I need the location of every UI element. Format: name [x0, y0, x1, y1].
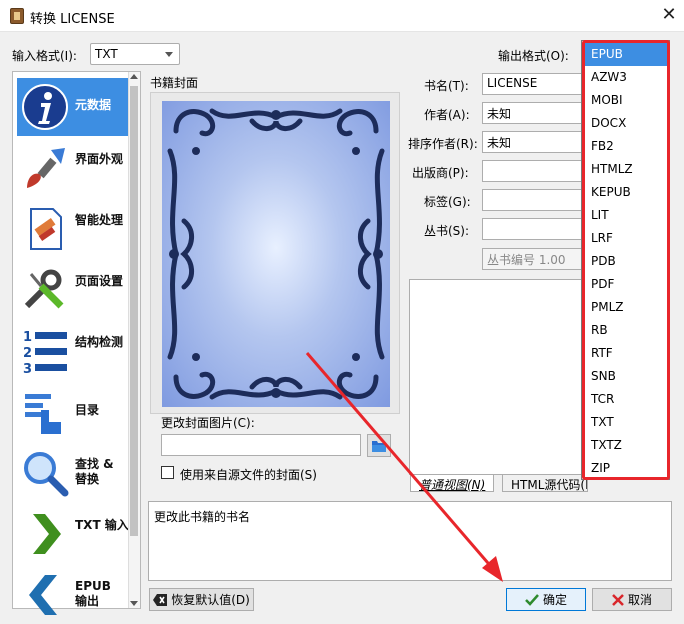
arrow-right-icon: [33, 514, 61, 554]
author-field[interactable]: 未知: [482, 102, 582, 124]
output-format-dropdown[interactable]: EPUB AZW3 MOBI DOCX FB2 HTMLZ KEPUB LIT …: [581, 40, 670, 480]
input-format-value: TXT: [95, 47, 118, 61]
sidebar-item-heuristics[interactable]: 智能处理: [17, 200, 129, 258]
format-option[interactable]: LRF: [583, 227, 668, 250]
sidebar-item-look-feel[interactable]: 界面外观: [17, 139, 129, 197]
sidebar-item-label: 结构检测: [75, 335, 124, 349]
title-label: 书名(T):: [424, 79, 469, 93]
sort-author-label: 排序作者(R):: [408, 137, 478, 151]
output-format-label: 输出格式(O):: [498, 49, 569, 63]
format-option[interactable]: HTMLZ: [583, 158, 668, 181]
format-option[interactable]: AZW3: [583, 66, 668, 89]
hint-box: 更改此书籍的书名: [148, 501, 672, 581]
series-index-field[interactable]: 丛书编号 1.00: [482, 248, 582, 270]
tags-field[interactable]: [482, 189, 582, 211]
publisher-field[interactable]: [482, 160, 582, 182]
format-option[interactable]: TXTZ: [583, 434, 668, 457]
format-option[interactable]: PDB: [583, 250, 668, 273]
toc-icon: [25, 394, 61, 434]
svg-text:2: 2: [23, 346, 32, 361]
sidebar-item-toc[interactable]: 目录: [17, 383, 129, 441]
tab-html-source[interactable]: HTML源代码(H): [502, 474, 588, 492]
sidebar-item-structure[interactable]: 1 2 3 结构检测: [17, 322, 129, 380]
tab-normal-view[interactable]: 普通视图(N): [410, 474, 495, 492]
sidebar-item-label: 智能处理: [75, 213, 124, 227]
sidebar-item-metadata[interactable]: 元数据: [17, 78, 129, 136]
use-source-cover-label: 使用来自源文件的封面(S): [180, 468, 317, 482]
author-label: 作者(A):: [424, 108, 470, 122]
wrench-screwdriver-icon: [24, 269, 64, 309]
format-option[interactable]: LIT: [583, 204, 668, 227]
sidebar-item-label: 查找 & 替换: [75, 457, 114, 486]
series-label: 丛书(S):: [424, 224, 470, 238]
svg-text:1: 1: [23, 330, 32, 345]
publisher-label: 出版商(P):: [412, 166, 469, 180]
format-option[interactable]: KEPUB: [583, 181, 668, 204]
sidebar-item-label: 界面外观: [75, 152, 124, 166]
format-option[interactable]: TXT: [583, 411, 668, 434]
cancel-x-icon: [612, 593, 624, 606]
checkmark-icon: [525, 593, 539, 606]
hint-text: 更改此书籍的书名: [154, 510, 251, 524]
close-icon[interactable]: ✕: [658, 4, 680, 26]
sidebar-item-label: EPUB 输出: [75, 579, 111, 608]
sidebar-scroll-thumb[interactable]: [130, 86, 138, 536]
format-option[interactable]: PMLZ: [583, 296, 668, 319]
format-option[interactable]: PDF: [583, 273, 668, 296]
scroll-up-icon[interactable]: [130, 74, 138, 79]
format-option[interactable]: SNB: [583, 365, 668, 388]
sidebar-item-label: 页面设置: [75, 274, 124, 288]
scroll-down-icon[interactable]: [130, 601, 138, 606]
document-icon: [30, 208, 62, 250]
comments-editor[interactable]: [409, 279, 589, 475]
svg-text:3: 3: [23, 362, 32, 375]
arrow-left-icon: [29, 575, 57, 615]
numbered-list-icon: 1 2 3: [23, 330, 67, 375]
magnifier-icon: [24, 452, 69, 497]
cancel-button[interactable]: 取消: [592, 588, 672, 611]
format-option[interactable]: DOCX: [583, 112, 668, 135]
format-option[interactable]: RB: [583, 319, 668, 342]
cover-section-label: 书籍封面: [150, 76, 199, 90]
change-cover-label: 更改封面图片(C):: [161, 416, 255, 430]
chevron-down-icon: [165, 52, 173, 57]
window-title: 转换 LICENSE: [30, 12, 115, 27]
sidebar-item-search-replace[interactable]: 查找 & 替换: [17, 444, 129, 502]
use-source-cover-checkbox[interactable]: [161, 466, 174, 479]
tags-label: 标签(G):: [424, 195, 471, 209]
sidebar-item-txt-input[interactable]: TXT 输入: [17, 505, 129, 563]
app-icon: [10, 8, 24, 24]
ok-label: 确定: [542, 593, 567, 607]
ornament-frame-icon: [167, 108, 385, 400]
browse-cover-button[interactable]: [367, 434, 391, 457]
sidebar-item-label: TXT 输入: [75, 518, 129, 532]
input-format-select[interactable]: TXT: [90, 43, 180, 65]
brush-icon: [27, 148, 65, 188]
cover-path-input[interactable]: [161, 434, 361, 456]
info-icon: [22, 84, 68, 130]
sidebar-item-epub-output[interactable]: EPUB 输出: [17, 566, 129, 624]
cancel-label: 取消: [627, 593, 652, 607]
format-option[interactable]: MOBI: [583, 89, 668, 112]
format-option[interactable]: ZIP: [583, 457, 668, 480]
series-field[interactable]: [482, 218, 582, 240]
sidebar-item-page-setup[interactable]: 页面设置: [17, 261, 129, 319]
ok-button[interactable]: 确定: [506, 588, 586, 611]
title-field[interactable]: LICENSE: [482, 73, 582, 95]
sidebar-item-label: 元数据: [75, 98, 112, 112]
input-format-label: 输入格式(I):: [12, 49, 77, 63]
format-option[interactable]: FB2: [583, 135, 668, 158]
sidebar: 元数据 界面外观 智能处理 页面设置 1 2 3 结构检测 目录 查找 & 替换…: [12, 71, 141, 615]
backspace-icon: [153, 593, 168, 606]
sidebar-item-label: 目录: [75, 403, 100, 417]
sort-author-field[interactable]: 未知: [482, 131, 582, 153]
cover-image: [162, 101, 390, 407]
format-option[interactable]: RTF: [583, 342, 668, 365]
folder-icon: [372, 440, 386, 452]
format-option[interactable]: TCR: [583, 388, 668, 411]
restore-defaults-label: 恢复默认值(D): [171, 593, 250, 607]
format-option[interactable]: EPUB: [583, 43, 668, 66]
restore-defaults-button[interactable]: 恢复默认值(D): [149, 588, 254, 611]
